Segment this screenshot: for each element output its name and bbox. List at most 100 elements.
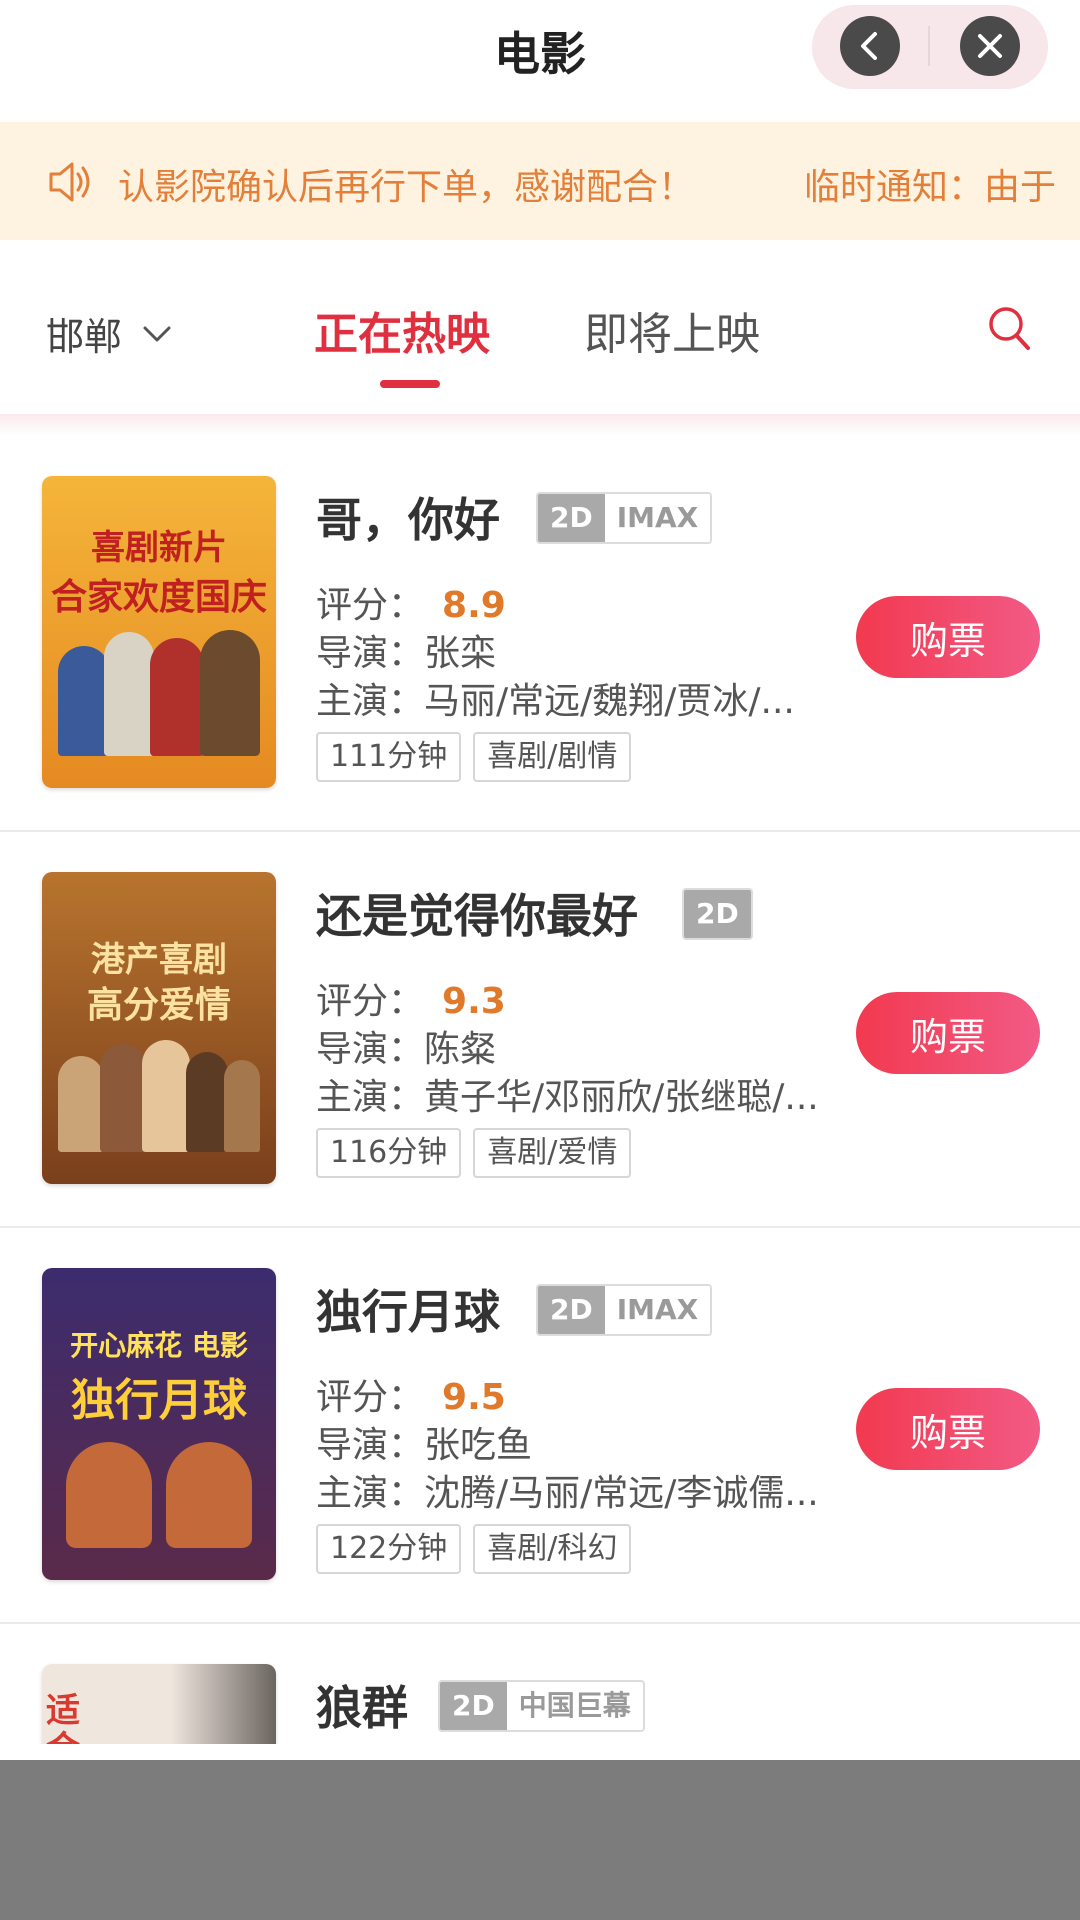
poster-figure xyxy=(66,1442,152,1548)
cast-value: 黄子华/邓丽欣/张继聪/... xyxy=(424,1077,819,1118)
poster-figure xyxy=(142,1040,190,1152)
cast-row: 主演：马丽/常远/魏翔/贾冰/... xyxy=(316,672,795,724)
movie-title[interactable]: 狼群 xyxy=(316,1672,408,1738)
badge-2d: 2D xyxy=(440,1682,507,1730)
poster-figure xyxy=(224,1060,260,1152)
notice-segment: 临时通知：由于 xyxy=(804,167,1057,208)
director-row: 导演：张吃鱼 xyxy=(316,1416,532,1468)
tag-list: 116分钟 喜剧/爱情 xyxy=(316,1128,632,1178)
cast-value: 马丽/常远/魏翔/贾冰/... xyxy=(424,681,795,722)
cast-row: 主演：黄子华/邓丽欣/张继聪/... xyxy=(316,1068,819,1120)
director-value: 陈粲 xyxy=(424,1029,497,1070)
badge-screen: 中国巨幕 xyxy=(506,1682,643,1730)
director-row: 导演：陈粲 xyxy=(316,1020,496,1072)
format-badge: 2D IMAX xyxy=(536,1284,713,1336)
search-icon[interactable] xyxy=(986,304,1032,354)
poster-figures xyxy=(58,626,260,756)
poster-figure xyxy=(58,646,110,756)
tab-coming-soon[interactable]: 即将上映 xyxy=(584,298,760,362)
close-icon xyxy=(978,34,1002,58)
duration-tag: 122分钟 xyxy=(316,1524,462,1574)
director-label: 导演： xyxy=(316,633,425,674)
score-label: 评分： xyxy=(316,585,425,626)
movie-poster[interactable]: 适合看 xyxy=(42,1664,276,1744)
poster-text: 合家欢度国庆 xyxy=(50,576,267,618)
poster-figure xyxy=(150,638,204,756)
movie-poster[interactable]: 喜剧新片 合家欢度国庆 xyxy=(42,476,276,788)
director-label: 导演： xyxy=(316,1029,425,1070)
notice-text: 认影院确认后再行下单，感谢配合！ 临时通知：由于 xyxy=(118,158,1068,210)
notice-bar: 认影院确认后再行下单，感谢配合！ 临时通知：由于 xyxy=(0,122,1080,240)
badge-2d: 2D xyxy=(684,890,751,938)
close-button[interactable] xyxy=(960,16,1020,76)
chevron-left-icon xyxy=(861,32,877,60)
poster-figures xyxy=(58,1418,260,1548)
poster-figure xyxy=(100,1044,146,1152)
format-badge: 2D xyxy=(682,888,753,940)
genre-tag: 喜剧/爱情 xyxy=(473,1128,632,1178)
poster-figure xyxy=(200,630,260,756)
city-label: 邯郸 xyxy=(46,315,123,359)
chevron-down-icon xyxy=(143,326,171,341)
cast-row: 主演：沈腾/马丽/常远/李诚儒... xyxy=(316,1464,819,1516)
director-row: 导演：张栾 xyxy=(316,624,496,676)
notice-segment: 认影院确认后再行下单，感谢配合！ xyxy=(118,167,695,208)
format-badge: 2D 中国巨幕 xyxy=(438,1680,645,1732)
poster-text: 高分爱情 xyxy=(86,984,231,1026)
score-value: 9.5 xyxy=(442,1377,506,1418)
format-badge: 2D IMAX xyxy=(536,492,713,544)
score-value: 8.9 xyxy=(442,585,506,626)
filter-bar: 邯郸 正在热映 即将上映 xyxy=(0,240,1080,414)
movie-poster[interactable]: 港产喜剧 高分爱情 xyxy=(42,872,276,1184)
tab-now-showing[interactable]: 正在热映 xyxy=(314,298,490,362)
buy-ticket-button[interactable]: 购票 xyxy=(856,596,1040,678)
buy-ticket-button[interactable]: 购票 xyxy=(856,1388,1040,1470)
movie-title[interactable]: 独行月球 xyxy=(316,1276,500,1342)
director-label: 导演： xyxy=(316,1425,425,1466)
movie-poster[interactable]: 开心麻花 电影 独行月球 xyxy=(42,1268,276,1580)
score-label: 评分： xyxy=(316,1377,425,1418)
poster-text: 喜剧新片 xyxy=(91,528,227,568)
movie-title[interactable]: 还是觉得你最好 xyxy=(316,880,638,946)
duration-tag: 111分钟 xyxy=(316,732,462,782)
movie-list: 喜剧新片 合家欢度国庆 哥，你好 2D IMAX 评分： 8.9 导演：张栾 主演… xyxy=(0,436,1080,1744)
cast-value: 沈腾/马丽/常远/李诚儒... xyxy=(424,1473,819,1514)
score-row: 评分： 9.3 xyxy=(316,972,506,1024)
score-row: 评分： 9.5 xyxy=(316,1368,506,1420)
cast-label: 主演： xyxy=(316,1473,425,1514)
poster-text: 港产喜剧 xyxy=(91,940,227,980)
overlay-bar xyxy=(0,1760,1080,1920)
buy-ticket-button[interactable]: 购票 xyxy=(856,992,1040,1074)
score-label: 评分： xyxy=(316,981,425,1022)
poster-figure xyxy=(186,1052,228,1152)
city-selector[interactable]: 邯郸 xyxy=(46,306,172,361)
section-divider xyxy=(0,414,1080,436)
director-value: 张吃鱼 xyxy=(424,1425,533,1466)
poster-figures xyxy=(58,1022,260,1152)
tag-list: 122分钟 喜剧/科幻 xyxy=(316,1524,632,1574)
poster-text: 开心麻花 电影 xyxy=(70,1329,248,1362)
poster-figure xyxy=(58,1056,104,1152)
poster-text: 适合看 xyxy=(46,1691,80,1744)
badge-2d: 2D xyxy=(538,1286,605,1334)
director-value: 张栾 xyxy=(424,633,497,674)
speaker-icon xyxy=(49,162,90,202)
list-item[interactable]: 港产喜剧 高分爱情 还是觉得你最好 2D 评分： 9.3 导演：陈粲 主演：黄子华… xyxy=(0,832,1080,1228)
list-item[interactable]: 喜剧新片 合家欢度国庆 哥，你好 2D IMAX 评分： 8.9 导演：张栾 主演… xyxy=(0,436,1080,832)
poster-figure xyxy=(104,632,154,756)
duration-tag: 116分钟 xyxy=(316,1128,462,1178)
cast-label: 主演： xyxy=(316,681,425,722)
badge-2d: 2D xyxy=(538,494,605,542)
list-item[interactable]: 适合看 狼群 2D 中国巨幕 xyxy=(0,1624,1080,1744)
cast-label: 主演： xyxy=(316,1077,425,1118)
list-item[interactable]: 开心麻花 电影 独行月球 独行月球 2D IMAX 评分： 9.5 导演：张吃鱼 … xyxy=(0,1228,1080,1624)
score-value: 9.3 xyxy=(442,981,506,1022)
active-tab-indicator xyxy=(380,380,440,388)
tag-list: 111分钟 喜剧/剧情 xyxy=(316,732,632,782)
badge-screen: IMAX xyxy=(604,494,711,542)
score-row: 评分： 8.9 xyxy=(316,576,506,628)
poster-figure xyxy=(166,1442,252,1548)
back-button[interactable] xyxy=(840,16,900,76)
movie-title[interactable]: 哥，你好 xyxy=(316,484,500,550)
capsule-divider xyxy=(928,26,930,66)
